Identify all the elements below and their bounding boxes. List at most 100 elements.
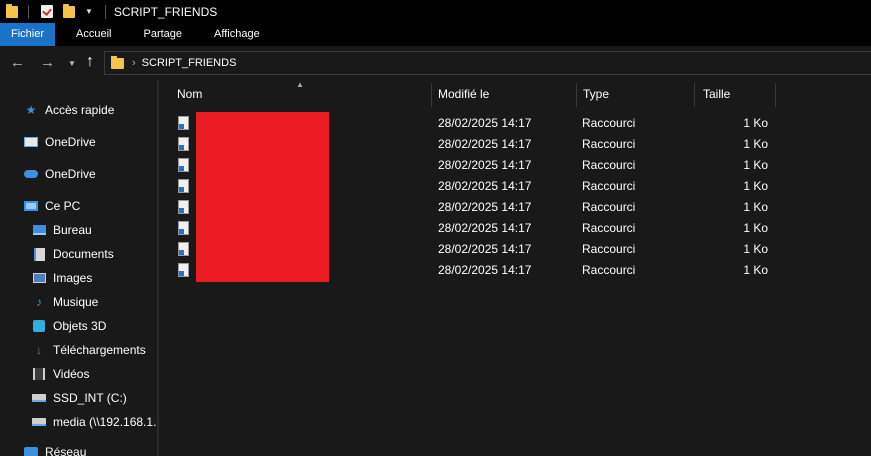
toolbar-divider — [28, 4, 29, 19]
nav-item-label: Téléchargements — [53, 343, 146, 357]
column-divider[interactable] — [775, 83, 776, 107]
column-header-modified[interactable]: Modifié le — [432, 80, 576, 107]
onedrive-business-icon — [24, 135, 38, 149]
nav-item-label: Musique — [53, 295, 99, 309]
tab-file[interactable]: Fichier — [0, 23, 56, 46]
shortcut-icon — [178, 137, 189, 151]
up-arrow-icon[interactable]: ↑ — [86, 53, 94, 71]
file-modified: 28/02/2025 14:17 — [438, 116, 532, 130]
file-modified: 28/02/2025 14:17 — [438, 200, 532, 214]
network-icon — [24, 445, 38, 456]
toolbar-divider — [104, 4, 106, 19]
tab-view[interactable]: Affichage — [203, 23, 271, 46]
cloud-icon — [24, 167, 38, 181]
star-icon: ★ — [25, 103, 37, 117]
computer-icon — [24, 199, 38, 213]
file-type: Raccourci — [582, 263, 636, 277]
nav-item-network[interactable]: Réseau — [24, 440, 86, 456]
network-drive-icon — [32, 415, 46, 429]
file-type: Raccourci — [582, 200, 636, 214]
folder-icon — [111, 55, 124, 69]
file-type: Raccourci — [582, 137, 636, 151]
nav-item-telechargements[interactable]: ↓ Téléchargements — [32, 338, 146, 362]
shortcut-icon — [178, 179, 189, 193]
file-size: 1 Ko — [743, 158, 768, 172]
file-modified: 28/02/2025 14:17 — [438, 137, 532, 151]
tab-share[interactable]: Partage — [132, 23, 193, 46]
file-size: 1 Ko — [743, 221, 768, 235]
nav-item-bureau[interactable]: Bureau — [32, 218, 92, 242]
shortcut-icon — [178, 158, 189, 172]
nav-item-media[interactable]: media (\\192.168.1.3 — [32, 410, 157, 434]
file-modified: 28/02/2025 14:17 — [438, 242, 532, 256]
nav-item-videos[interactable]: Vidéos — [32, 362, 89, 386]
nav-item-label: Réseau — [45, 445, 87, 456]
shortcut-icon — [178, 242, 189, 256]
file-size: 1 Ko — [743, 242, 768, 256]
shortcut-icon — [178, 263, 189, 277]
nav-item-documents[interactable]: Documents — [32, 242, 114, 266]
downloads-icon: ↓ — [36, 343, 42, 357]
back-arrow-icon[interactable]: ← — [10, 54, 25, 71]
customize-toolbar-icon[interactable]: ▼ — [85, 7, 93, 16]
breadcrumb[interactable]: SCRIPT_FRIENDS — [142, 57, 237, 69]
nav-item-ssd-int[interactable]: SSD_INT (C:) — [32, 386, 127, 410]
nav-item-label: Ce PC — [45, 199, 81, 213]
nav-item-label: Accès rapide — [45, 103, 115, 117]
nav-item-musique[interactable]: ♪ Musique — [32, 290, 98, 314]
file-modified: 28/02/2025 14:17 — [438, 158, 532, 172]
nav-item-label: Bureau — [53, 223, 92, 237]
nav-item-label: Vidéos — [53, 367, 90, 381]
properties-icon[interactable] — [41, 5, 53, 18]
forward-arrow-icon[interactable]: → — [40, 54, 55, 71]
tab-home[interactable]: Accueil — [65, 23, 122, 46]
nav-item-onedrive-business[interactable]: OneDrive — [24, 130, 96, 154]
recent-locations-chevron-icon[interactable]: ▼ — [68, 59, 76, 68]
file-type: Raccourci — [582, 242, 636, 256]
nav-item-objets-3d[interactable]: Objets 3D — [32, 314, 106, 338]
quick-access-toolbar: ▼ — [0, 0, 112, 23]
shortcut-icon — [178, 116, 189, 130]
file-type: Raccourci — [582, 116, 636, 130]
shortcut-icon — [178, 221, 189, 235]
nav-item-label: Images — [53, 271, 93, 285]
column-header-size[interactable]: Taille — [697, 80, 775, 107]
file-type: Raccourci — [582, 221, 636, 235]
file-size: 1 Ko — [743, 200, 768, 214]
file-size: 1 Ko — [743, 137, 768, 151]
shortcut-icon — [178, 200, 189, 214]
address-bar[interactable]: › SCRIPT_FRIENDS — [104, 51, 871, 75]
nav-item-quick-access[interactable]: ★ Accès rapide — [24, 98, 115, 122]
file-size: 1 Ko — [743, 263, 768, 277]
desktop-icon — [32, 223, 46, 237]
folder-icon — [6, 3, 18, 18]
music-icon: ♪ — [36, 295, 42, 309]
file-modified: 28/02/2025 14:17 — [438, 221, 532, 235]
navigation-bar: ← → ▼ ↑ › SCRIPT_FRIENDS — [0, 46, 871, 80]
3d-objects-icon — [32, 319, 46, 333]
file-type: Raccourci — [582, 179, 636, 193]
column-header-type[interactable]: Type — [577, 80, 694, 107]
nav-item-label: Documents — [53, 247, 114, 261]
column-header-name[interactable]: Nom — [171, 80, 431, 107]
file-size: 1 Ko — [743, 116, 768, 130]
nav-item-images[interactable]: Images — [32, 266, 92, 290]
nav-item-onedrive[interactable]: OneDrive — [24, 162, 96, 186]
redacted-file-names — [196, 112, 329, 282]
file-modified: 28/02/2025 14:17 — [438, 179, 532, 193]
chevron-right-icon[interactable]: › — [132, 57, 136, 69]
file-size: 1 Ko — [743, 179, 768, 193]
nav-item-label: Objets 3D — [53, 319, 107, 333]
nav-item-label: OneDrive — [45, 167, 96, 181]
window-title: SCRIPT_FRIENDS — [113, 4, 218, 19]
title-bar: ▼ SCRIPT_FRIENDS — [0, 0, 871, 23]
file-type: Raccourci — [582, 158, 636, 172]
navigation-pane: ★ Accès rapide OneDrive OneDrive Ce PC B… — [0, 80, 157, 456]
navigation-pane-scrollbar[interactable] — [157, 80, 159, 456]
nav-item-this-pc[interactable]: Ce PC — [24, 194, 80, 218]
nav-item-label: SSD_INT (C:) — [53, 391, 127, 405]
new-folder-icon[interactable] — [63, 3, 75, 18]
drive-icon — [32, 391, 46, 405]
column-divider[interactable] — [694, 83, 695, 107]
documents-icon — [32, 247, 46, 261]
